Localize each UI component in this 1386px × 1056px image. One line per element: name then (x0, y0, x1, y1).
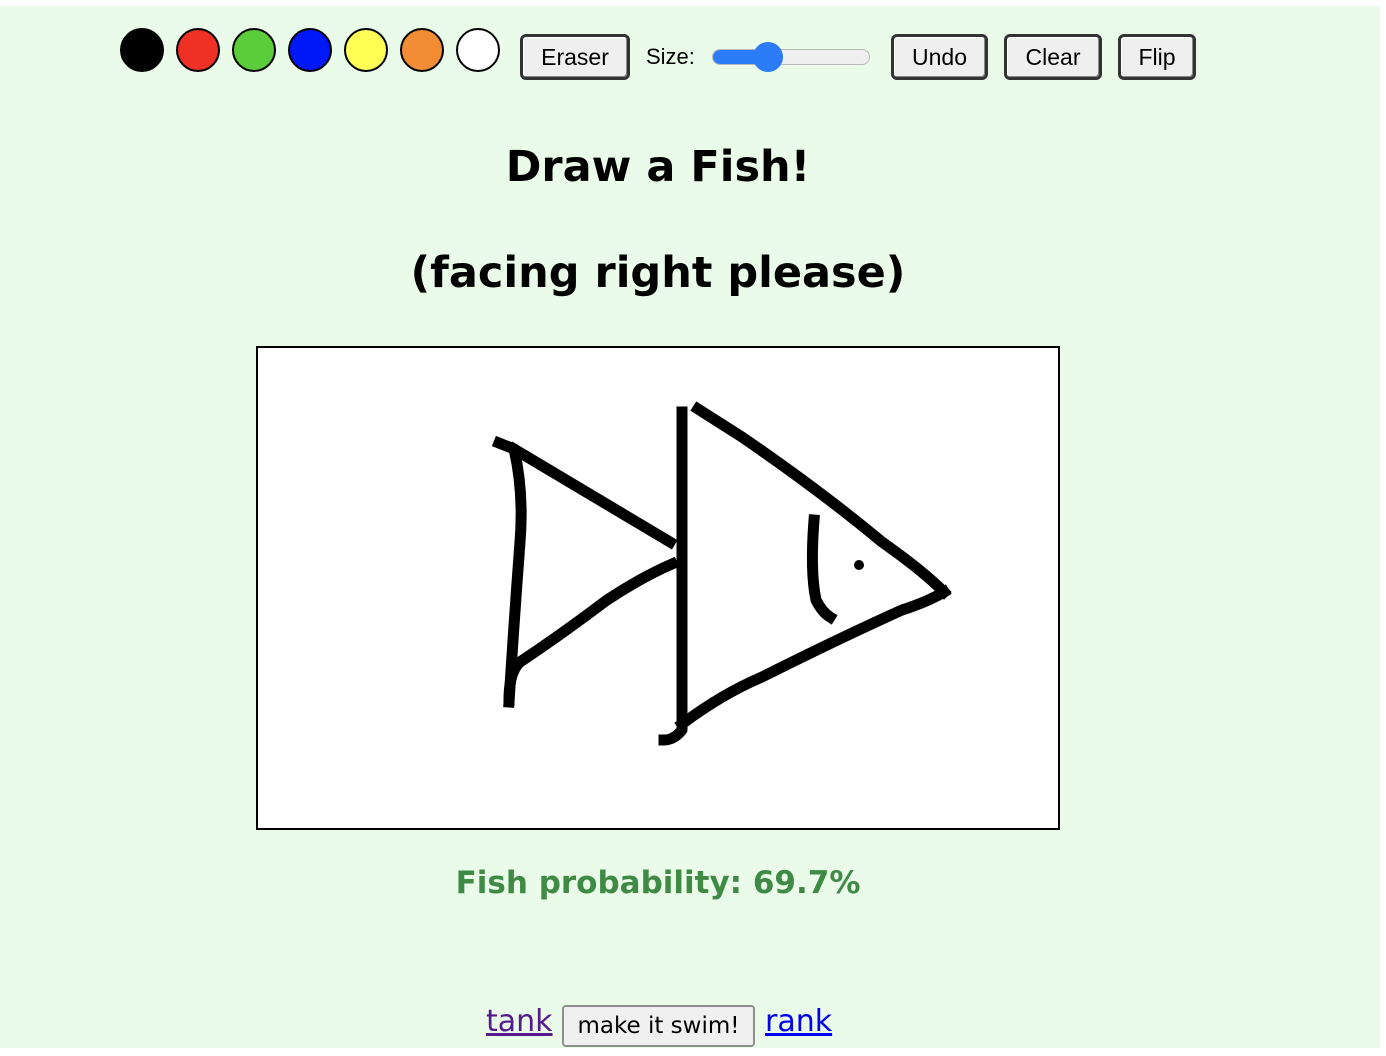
fish-body-bottom-stroke (674, 584, 952, 732)
make-it-swim-button[interactable]: make it swim! (562, 1005, 755, 1047)
rank-link[interactable]: rank (765, 1004, 832, 1039)
drawing-canvas[interactable] (256, 346, 1060, 830)
fish-body-back-stroke (658, 406, 688, 746)
fish-eye (854, 560, 864, 570)
fish-gill-stroke (806, 514, 838, 625)
fish-tail-top-stroke (506, 441, 678, 550)
tank-link[interactable]: tank (486, 1004, 553, 1039)
fish-probability: Fish probability: 69.7% (455, 865, 861, 901)
fish-tail-bottom-stroke (503, 556, 680, 706)
fish-body-top-stroke (690, 401, 952, 600)
